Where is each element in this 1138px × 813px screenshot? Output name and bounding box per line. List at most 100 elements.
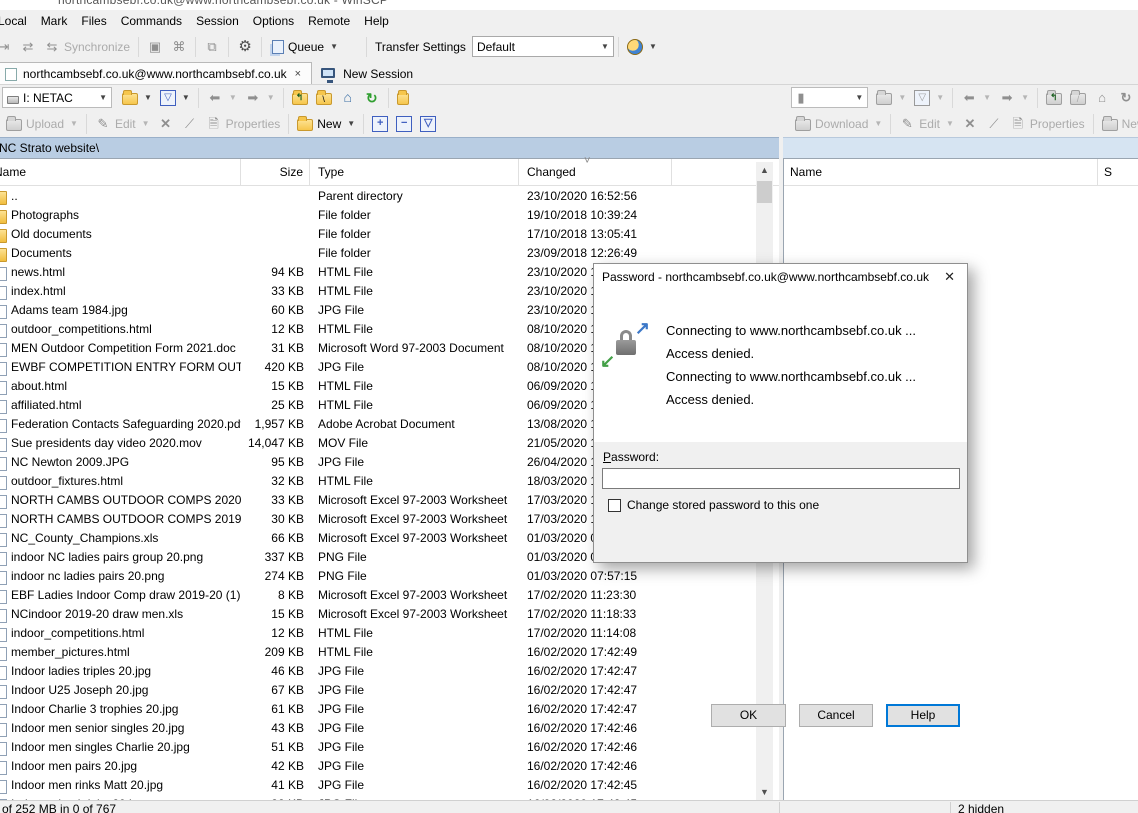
column-header-name[interactable]: Name [0, 159, 241, 185]
remote-back-button[interactable]: ⬅▼ [957, 87, 995, 109]
open-directory-button[interactable]: ▼ [118, 87, 156, 108]
remote-delete-button[interactable]: ✕ [958, 113, 982, 135]
properties-button[interactable]: 🗎Properties [202, 113, 285, 135]
session-tab[interactable]: northcambsebf.co.uk@www.northcambsebf.co… [0, 62, 312, 84]
change-password-checkbox-row[interactable]: Change stored password to this one [608, 498, 819, 512]
new-button[interactable]: New▼ [293, 113, 359, 134]
synchronize-button[interactable]: ⇆Synchronize [40, 36, 134, 58]
filter-button[interactable]: ▽▼ [156, 87, 194, 109]
new-session-tab[interactable]: New Session [312, 62, 422, 84]
tree-view-button[interactable] [393, 87, 413, 108]
menu-item-help[interactable]: Help [357, 12, 396, 30]
status-separator [779, 802, 780, 813]
table-row[interactable]: member_pictures.html209 KBHTML File16/02… [0, 643, 756, 662]
filter-icon: ▽ [914, 90, 930, 106]
scrollbar-thumb[interactable] [757, 181, 772, 203]
file-icon [0, 571, 7, 585]
file-name: index.html [11, 282, 66, 301]
table-row[interactable]: ..Parent directory23/10/2020 16:52:56 [0, 187, 756, 206]
remote-root-directory-button[interactable]: / [1066, 87, 1090, 108]
download-button[interactable]: Download▼ [791, 113, 886, 134]
local-file-toolbar: Upload▼ ✎Edit▼ ✕ ⟋ 🗎Properties New▼ + − … [0, 110, 779, 137]
forward-button[interactable]: ➡▼ [241, 87, 279, 109]
console-button[interactable]: ▣ [143, 36, 167, 58]
column-header-changed[interactable]: Changed [519, 159, 672, 185]
table-row[interactable]: Indoor ladies triples 20.jpg46 KBJPG Fil… [0, 662, 756, 681]
remote-home-directory-button[interactable]: ⌂ [1090, 87, 1114, 109]
local-path-bar[interactable]: NC Strato website\ [0, 137, 779, 158]
table-row[interactable]: indoor nc ladies pairs 20.png274 KBPNG F… [0, 567, 756, 586]
home-directory-button[interactable]: ⌂ [336, 87, 360, 109]
sync-remote-button[interactable]: ⇄ [16, 36, 40, 58]
transfer-options-button[interactable]: ▼ [623, 36, 661, 58]
remote-properties-button[interactable]: 🗎Properties [1006, 113, 1089, 135]
remote-edit-button[interactable]: ✎Edit▼ [895, 113, 958, 135]
delete-button[interactable]: ✕ [154, 113, 178, 135]
select-filter-button[interactable]: ▽ [416, 113, 440, 135]
cancel-button[interactable]: Cancel [799, 704, 873, 727]
remote-parent-directory-button[interactable] [1042, 87, 1066, 108]
remote-new-button[interactable]: New [1098, 113, 1138, 134]
queue-button[interactable]: Queue▼ [266, 36, 342, 57]
commands-button[interactable]: ⌘ [167, 36, 191, 58]
table-row[interactable]: Indoor men pairs 20.jpg42 KBJPG File16/0… [0, 757, 756, 776]
close-icon[interactable]: × [293, 68, 303, 80]
menu-item-files[interactable]: Files [74, 12, 113, 30]
edit-button[interactable]: ✎Edit▼ [91, 113, 154, 135]
menu-item-session[interactable]: Session [189, 12, 246, 30]
drive-selector[interactable]: I: NETAC ▼ [2, 87, 112, 108]
table-row[interactable]: Indoor men singles Charlie 20.jpg51 KBJP… [0, 738, 756, 757]
ok-button[interactable]: OK [711, 704, 786, 727]
table-row[interactable]: indoor_competitions.html12 KBHTML File17… [0, 624, 756, 643]
rename-button[interactable]: ⟋ [178, 113, 202, 135]
remote-forward-button[interactable]: ➡▼ [995, 87, 1033, 109]
column-header-size[interactable]: Size [241, 159, 310, 185]
scroll-up-arrow[interactable]: ▲ [756, 162, 773, 179]
table-row[interactable]: Indoor men senior singles 20.jpg43 KBJPG… [0, 719, 756, 738]
dialog-messages: ↗ ↙ Connecting to www.northcambsebf.co.u… [594, 290, 967, 442]
remote-open-directory-button[interactable]: ▼ [872, 87, 910, 108]
file-icon [0, 438, 7, 452]
clipped-toolbar-button[interactable]: ⇥ [0, 36, 16, 58]
table-row[interactable]: Indoor men rinks Matt 20.jpg41 KBJPG Fil… [0, 776, 756, 795]
parent-directory-button[interactable] [288, 87, 312, 108]
help-button[interactable]: Help [886, 704, 960, 727]
preferences-button[interactable]: ⚙ [233, 36, 257, 58]
menu-item-commands[interactable]: Commands [114, 12, 189, 30]
password-input[interactable] [602, 468, 960, 489]
column-header-name[interactable]: Name [784, 159, 1098, 185]
dialog-titlebar[interactable]: Password - northcambsebf.co.uk@www.north… [594, 264, 967, 290]
transfer-settings-select[interactable]: Default▼ [472, 36, 614, 57]
table-row[interactable]: Indoor U25 Joseph 20.jpg67 KBJPG File16/… [0, 681, 756, 700]
table-row[interactable]: PhotographsFile folder19/10/2018 10:39:2… [0, 206, 756, 225]
root-directory-button[interactable]: \ [312, 87, 336, 108]
menu-item-remote[interactable]: Remote [301, 12, 357, 30]
back-button[interactable]: ⬅▼ [203, 87, 241, 109]
remote-refresh-button[interactable]: ↻ [1114, 87, 1138, 109]
close-icon[interactable]: ✕ [940, 269, 959, 285]
table-row[interactable]: EBF Ladies Indoor Comp draw 2019-20 (1).… [0, 586, 756, 605]
home-icon: ⌂ [340, 90, 356, 106]
window-title: northcambsebf.co.uk@www.northcambsebf.co… [58, 0, 1138, 7]
remote-rename-button[interactable]: ⟋ [982, 113, 1006, 135]
remote-drive-icon: ▮ [796, 90, 806, 106]
select-button[interactable]: + [368, 113, 392, 135]
remote-filter-button[interactable]: ▽▼ [910, 87, 948, 109]
menu-item-mark[interactable]: Mark [34, 12, 75, 30]
menu-item-options[interactable]: Options [246, 12, 301, 30]
table-row[interactable]: Indoor Charlie 3 trophies 20.jpg61 KBJPG… [0, 700, 756, 719]
table-row[interactable]: DocumentsFile folder23/09/2018 12:26:49 [0, 244, 756, 263]
checkbox-icon[interactable] [608, 499, 621, 512]
column-header-size[interactable]: S [1098, 159, 1138, 185]
menu-item-local[interactable]: Local [0, 12, 34, 30]
column-header-type[interactable]: Type [310, 159, 519, 185]
remote-directory-selector[interactable]: ▮ ▼ [791, 87, 868, 108]
scroll-down-arrow[interactable]: ▼ [756, 784, 773, 801]
table-row[interactable]: NCindoor 2019-20 draw men.xls15 KBMicros… [0, 605, 756, 624]
refresh-button[interactable]: ↻ [360, 87, 384, 109]
remote-path-bar[interactable] [783, 137, 1138, 158]
unselect-button[interactable]: − [392, 113, 416, 135]
compare-button[interactable]: ⧉ [200, 36, 224, 58]
table-row[interactable]: Old documentsFile folder17/10/2018 13:05… [0, 225, 756, 244]
upload-button[interactable]: Upload▼ [2, 113, 82, 134]
